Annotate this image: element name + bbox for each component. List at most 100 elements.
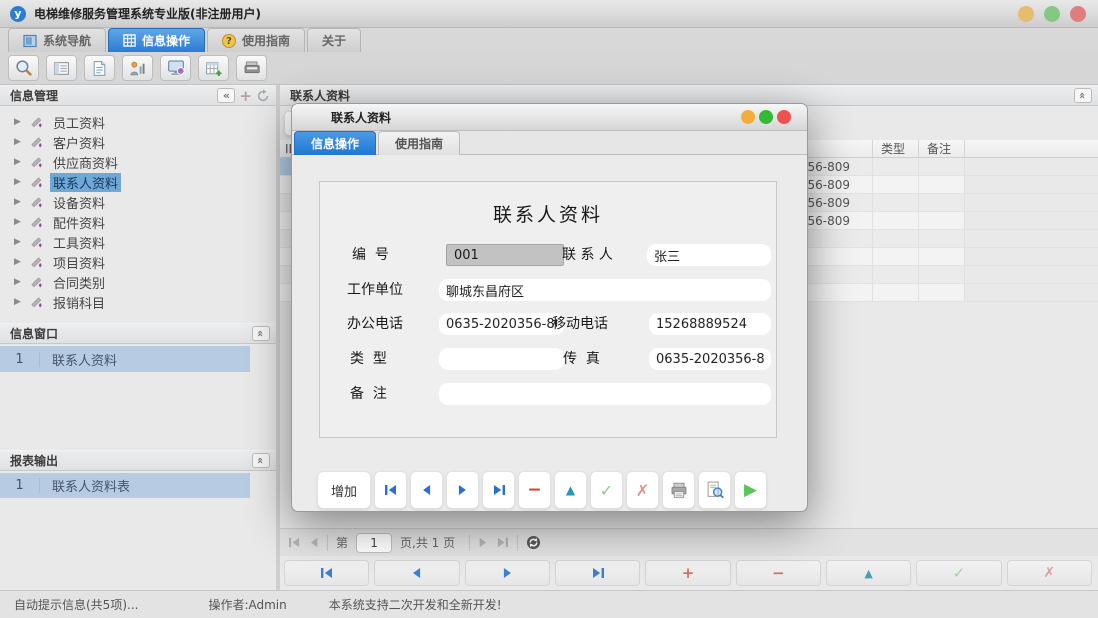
dialog-minimize-button[interactable]	[741, 110, 755, 124]
type-field[interactable]	[439, 348, 564, 370]
dialog-tab-user-guide[interactable]: 使用指南	[378, 131, 460, 155]
maximize-button[interactable]	[1044, 6, 1060, 22]
user-report-button[interactable]	[122, 55, 153, 81]
dialog-title-bar[interactable]: 联系人资料	[292, 104, 807, 131]
collapse-report-output-button[interactable]: «	[252, 453, 270, 468]
note-field[interactable]	[439, 383, 771, 405]
record-prev-button[interactable]	[374, 560, 459, 586]
record-first-button[interactable]	[284, 560, 369, 586]
mobile-phone-field[interactable]	[649, 313, 771, 335]
number-label: 编 号	[352, 244, 389, 266]
dialog-add-button[interactable]: 增加	[317, 471, 371, 509]
question-icon: ?	[222, 34, 236, 48]
tree-item-customer[interactable]: ▶ 客户资料	[0, 132, 276, 152]
expander-icon[interactable]: ▶	[14, 237, 23, 247]
record-delete-button[interactable]: −	[736, 560, 821, 586]
page-number-input[interactable]	[356, 533, 392, 553]
report-output-row[interactable]: 1 联系人资料表	[0, 473, 250, 498]
page-first-icon[interactable]	[288, 537, 301, 548]
fax-field[interactable]	[649, 348, 771, 370]
dialog-tab-info-operation[interactable]: 信息操作	[294, 131, 376, 155]
col-header-type[interactable]: 类型	[873, 140, 919, 157]
monitor-button[interactable]	[160, 55, 191, 81]
minimize-button[interactable]	[1018, 6, 1034, 22]
expander-icon[interactable]: ▶	[14, 277, 23, 287]
dialog-first-button[interactable]	[374, 471, 407, 509]
record-next-button[interactable]	[465, 560, 550, 586]
record-cancel-button[interactable]: ✗	[1007, 560, 1092, 586]
expander-icon[interactable]: ▶	[14, 117, 23, 127]
dialog-maximize-button[interactable]	[759, 110, 773, 124]
collapse-left-button[interactable]: «	[217, 88, 235, 103]
record-last-button[interactable]	[555, 560, 640, 586]
page-suffix: 页,共 1 页	[400, 534, 455, 551]
info-window-row[interactable]: 1 联系人资料	[0, 346, 250, 372]
dialog-execute-button[interactable]: ▶	[734, 471, 767, 509]
dialog-close-button[interactable]	[777, 110, 791, 124]
record-add-button[interactable]: +	[645, 560, 730, 586]
col-header-note[interactable]: 备注	[919, 140, 965, 157]
tab-about[interactable]: 关于	[307, 28, 361, 52]
dialog-prev-button[interactable]	[410, 471, 443, 509]
office-phone-field[interactable]	[439, 313, 564, 335]
tree-item-parts[interactable]: ▶配件资料	[0, 212, 276, 232]
page-refresh-icon[interactable]	[526, 535, 541, 550]
type-label: 类 型	[350, 348, 387, 370]
work-unit-field[interactable]	[439, 279, 771, 301]
dialog-edit-button[interactable]: ▲	[554, 471, 587, 509]
expander-icon[interactable]: ▶	[14, 137, 23, 147]
document-icon	[91, 60, 108, 77]
office-phone-label: 办公电话	[347, 313, 403, 335]
dialog-delete-button[interactable]: −	[518, 471, 551, 509]
panel-title: 报表输出	[10, 452, 58, 469]
tree-item-project[interactable]: ▶项目资料	[0, 252, 276, 272]
tab-label: 信息操作	[142, 32, 190, 49]
expander-icon[interactable]: ▶	[14, 297, 23, 307]
tab-info-operation[interactable]: 信息操作	[108, 28, 205, 52]
tree-item-contract[interactable]: ▶ 合同类别	[0, 272, 276, 292]
document-button[interactable]	[84, 55, 115, 81]
dialog-preview-button[interactable]	[698, 471, 731, 509]
tree-item-tools[interactable]: ▶工具资料	[0, 232, 276, 252]
table-add-button[interactable]	[198, 55, 229, 81]
tool-icon	[29, 195, 44, 210]
page-last-icon[interactable]	[496, 537, 509, 548]
close-button[interactable]	[1070, 6, 1086, 22]
record-edit-button[interactable]: ▲	[826, 560, 911, 586]
expander-icon[interactable]: ▶	[14, 177, 23, 187]
number-field[interactable]	[446, 244, 564, 266]
tree-item-equipment[interactable]: ▶设备资料	[0, 192, 276, 212]
tree-item-employee[interactable]: ▶员工资料	[0, 112, 276, 132]
first-icon	[384, 484, 398, 496]
dialog-next-button[interactable]	[446, 471, 479, 509]
dialog-last-button[interactable]	[482, 471, 515, 509]
tree-item-supplier[interactable]: ▶供应商资料	[0, 152, 276, 172]
preview-icon	[706, 481, 724, 499]
record-save-button[interactable]: ✓	[916, 560, 1001, 586]
tab-system-nav[interactable]: 系统导航	[8, 28, 106, 52]
tree-item-contact[interactable]: ▶联系人资料	[0, 172, 276, 192]
tree-label: 客户资料	[50, 133, 108, 152]
dialog-cancel-button[interactable]: ✗	[626, 471, 659, 509]
mobile-phone-label: 移动电话	[552, 313, 608, 335]
refresh-tree-icon[interactable]	[256, 89, 270, 103]
list-view-button[interactable]	[46, 55, 77, 81]
dialog-save-button[interactable]: ✓	[590, 471, 623, 509]
tree-item-reimburse[interactable]: ▶报销科目	[0, 292, 276, 312]
page-prev-icon[interactable]	[309, 537, 319, 548]
tab-user-guide[interactable]: ? 使用指南	[207, 28, 305, 52]
dialog-print-button[interactable]	[662, 471, 695, 509]
add-node-icon[interactable]: +	[239, 87, 252, 105]
expander-icon[interactable]: ▶	[14, 157, 23, 167]
expander-icon[interactable]: ▶	[14, 217, 23, 227]
expander-icon[interactable]: ▶	[14, 197, 23, 207]
collapse-main-panel-button[interactable]: «	[1074, 88, 1092, 103]
contact-field[interactable]	[647, 244, 771, 266]
search-button[interactable]	[8, 55, 39, 81]
collapse-info-window-button[interactable]: «	[252, 326, 270, 341]
page-next-icon[interactable]	[478, 537, 488, 548]
expander-icon[interactable]: ▶	[14, 257, 23, 267]
printer-device-button[interactable]	[236, 55, 267, 81]
panel-title: 信息管理	[10, 87, 58, 104]
tree-label: 合同类别	[50, 273, 108, 292]
